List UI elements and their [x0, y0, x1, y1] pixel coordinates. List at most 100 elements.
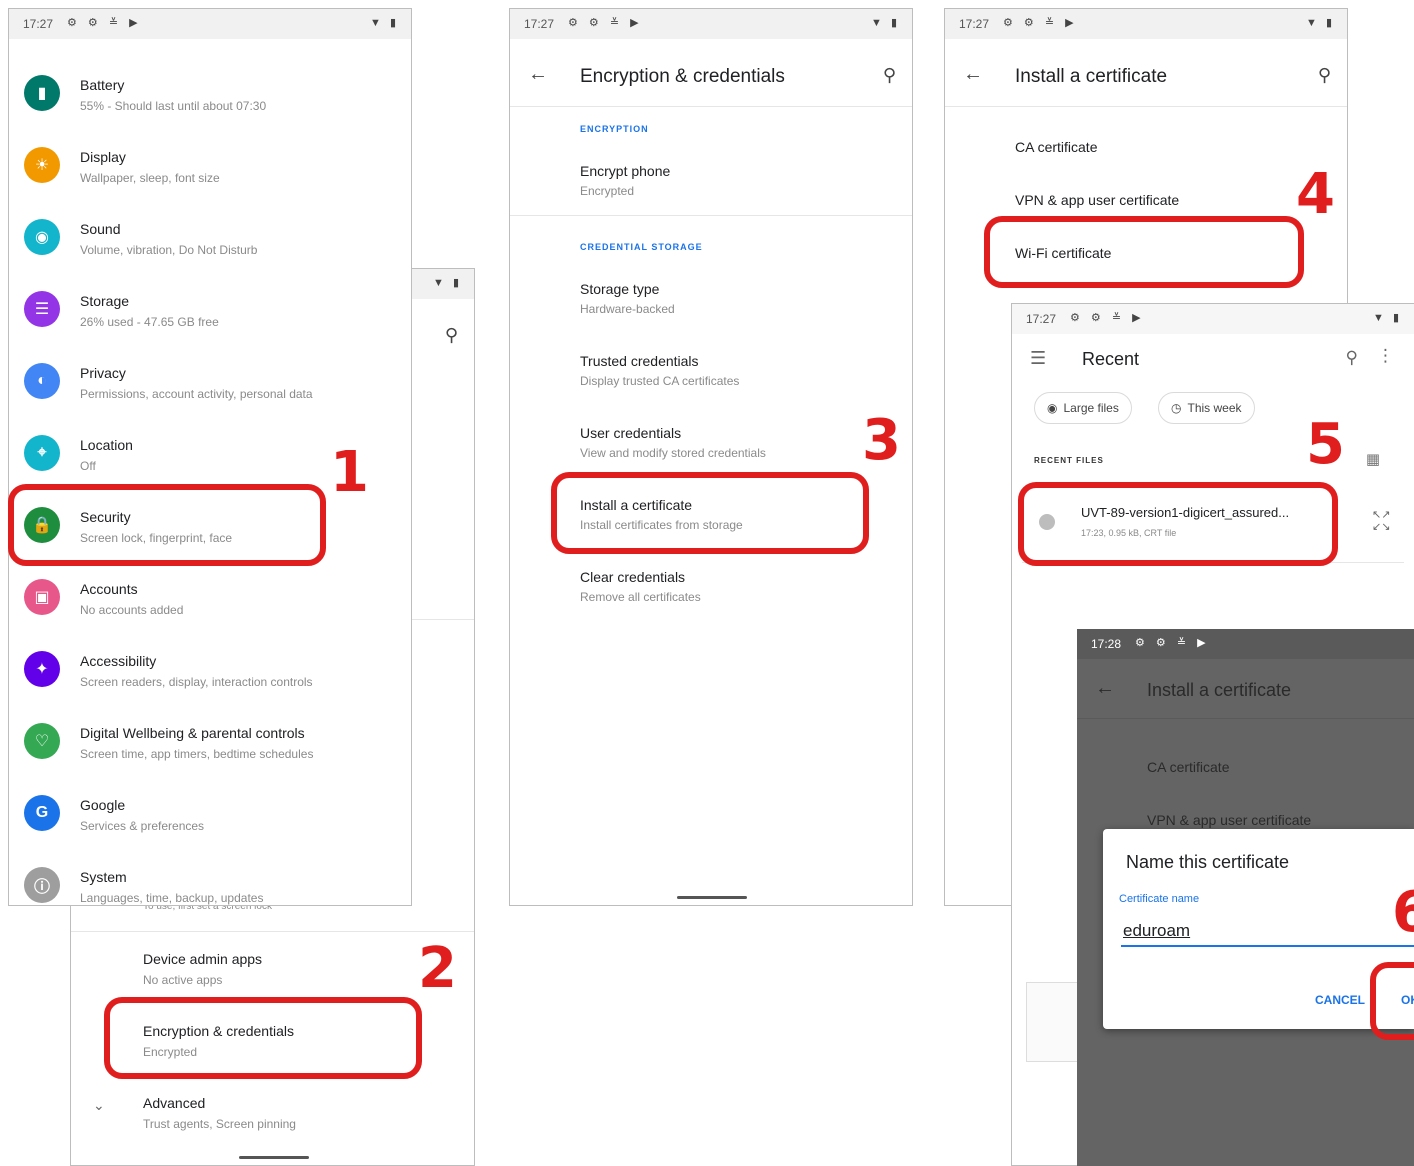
item-subtitle: Volume, vibration, Do Not Disturb — [80, 243, 258, 257]
settings-item-google[interactable]: G Google Services & preferences — [9, 787, 411, 847]
input-value: eduroam — [1123, 921, 1191, 940]
page-title: Encryption & credentials — [580, 66, 785, 87]
status-bar: 17:27 ⚙ ⚙ ≚ ▶ ▼ ▮ — [9, 9, 411, 39]
install-item-ca-certificate[interactable]: CA certificate — [945, 135, 1347, 165]
back-arrow-icon[interactable]: ← — [963, 63, 983, 86]
battery-icon: ▮ — [24, 75, 60, 111]
location-icon: ⌖ — [24, 435, 60, 471]
dimmed-item-vpn-certificate[interactable]: VPN & app user certificate — [1147, 812, 1311, 828]
encryption-item-trusted-credentials[interactable]: Trusted credentials Display trusted CA c… — [510, 349, 912, 399]
settings-item-system[interactable]: ⓘ System Languages, time, backup, updates — [9, 859, 411, 905]
item-title: Battery — [80, 77, 125, 93]
highlight-wifi-certificate — [984, 216, 1304, 288]
item-subtitle: Screen readers, display, interaction con… — [80, 675, 313, 689]
item-subtitle: No accounts added — [80, 603, 184, 617]
section-header-credential-storage: CREDENTIAL STORAGE — [580, 242, 703, 252]
dimmed-item-ca-certificate[interactable]: CA certificate — [1147, 759, 1229, 775]
nav-handle[interactable] — [239, 1156, 309, 1159]
encryption-item-user-credentials[interactable]: User credentials View and modify stored … — [510, 421, 912, 471]
page-title: Install a certificate — [1015, 66, 1168, 87]
encryption-item-storage-type[interactable]: Storage type Hardware-backed — [510, 277, 912, 327]
item-subtitle: Remove all certificates — [580, 590, 701, 604]
install-item-vpn-certificate[interactable]: VPN & app user certificate — [945, 188, 1347, 218]
settings-item-battery[interactable]: ▮ Battery 55% - Should last until about 07… — [9, 67, 411, 127]
settings-item-accessibility[interactable]: ✦ Accessibility Screen readers, display, i… — [9, 643, 411, 703]
search-icon[interactable]: ⚲ — [445, 325, 458, 346]
settings-item-digital[interactable]: ♡ Digital Wellbeing & parental controls Sc… — [9, 715, 411, 775]
security-item-device-admin[interactable]: Device admin apps No active apps — [71, 945, 474, 995]
settings-item-storage[interactable]: ☰ Storage 26% used - 47.65 GB free — [9, 283, 411, 343]
chip-label: Large files — [1063, 401, 1119, 415]
settings-item-display[interactable]: ☀ Display Wallpaper, sleep, font size — [9, 139, 411, 199]
certificate-name-input[interactable]: eduroam — [1121, 919, 1414, 947]
status-time: 17:27 — [1026, 312, 1057, 326]
settings-item-accounts[interactable]: ▣ Accounts No accounts added — [9, 571, 411, 631]
encryption-item-clear-credentials[interactable]: Clear credentials Remove all certificate… — [510, 565, 912, 615]
step-number-1: 1 — [330, 440, 369, 505]
dimmed-toolbar: ← Install a certificate — [1077, 659, 1414, 719]
toolbar: ← Install a certificate ⚲ — [945, 39, 1347, 107]
google-icon: G — [24, 795, 60, 831]
privacy-icon: ◐ — [24, 363, 60, 399]
item-title: Storage type — [580, 281, 660, 297]
status-icons: ▼ ▮ — [1373, 312, 1402, 324]
grid-view-icon[interactable]: ▦ — [1366, 450, 1380, 468]
clock-icon: ◷ — [1171, 401, 1182, 415]
item-subtitle: 55% - Should last until about 07:30 — [80, 99, 267, 113]
item-subtitle: Trust agents, Screen pinning — [143, 1117, 296, 1131]
encryption-screen: 17:27 ⚙ ⚙ ≚ ▶ ▼ ▮ ← Encryption & credent… — [509, 8, 913, 906]
field-label: Certificate name — [1119, 893, 1200, 905]
item-title: VPN & app user certificate — [1015, 192, 1180, 208]
section-header-recent-files: RECENT FILES — [1034, 456, 1104, 465]
item-title: Encrypt phone — [580, 163, 671, 179]
back-arrow-icon[interactable]: ← — [1095, 677, 1115, 700]
item-subtitle: Wallpaper, sleep, font size — [80, 171, 220, 185]
back-arrow-icon[interactable]: ← — [528, 63, 548, 86]
dialog-title: Name this certificate — [1126, 852, 1290, 872]
item-title: Privacy — [80, 365, 126, 381]
brightness-icon: ☀ — [24, 147, 60, 183]
step-number-2: 2 — [418, 936, 457, 1001]
item-title: Location — [80, 437, 133, 453]
status-time: 17:28 — [1091, 637, 1122, 651]
highlight-install-certificate — [551, 472, 869, 554]
item-subtitle: Off — [80, 459, 96, 473]
step-number-6: 6 — [1392, 880, 1414, 945]
cancel-button[interactable]: CANCEL — [1315, 993, 1365, 1007]
search-icon[interactable]: ⚲ — [1318, 65, 1331, 86]
more-vert-icon[interactable]: ⋮ — [1377, 346, 1394, 366]
highlight-security — [8, 484, 326, 566]
item-subtitle: 26% used - 47.65 GB free — [80, 315, 219, 329]
item-subtitle: Screen time, app timers, bedtime schedul… — [80, 747, 314, 761]
chip-label: This week — [1187, 401, 1242, 415]
status-icons: ⚙ ⚙ ≚ ▶ — [1070, 312, 1145, 324]
status-icons: ▼ ▮ — [433, 277, 462, 289]
status-bar: 17:27 ⚙ ⚙ ≚ ▶ ▼ ▮ — [1012, 304, 1414, 334]
status-icons: ⚙ ⚙ ≚ ▶ — [1135, 637, 1210, 649]
item-title: Digital Wellbeing & parental controls — [80, 725, 305, 741]
settings-item-privacy[interactable]: ◐ Privacy Permissions, account activity, p… — [9, 355, 411, 415]
highlight-ok-button — [1370, 962, 1414, 1040]
tag-icon: ◉ — [1047, 401, 1058, 415]
security-item-advanced[interactable]: ⌄ Advanced Trust agents, Screen pinning — [71, 1089, 474, 1139]
item-subtitle: Display trusted CA certificates — [580, 374, 740, 388]
search-icon[interactable]: ⚲ — [883, 65, 896, 86]
search-icon[interactable]: ⚲ — [1346, 348, 1358, 368]
encryption-item-encrypt-phone[interactable]: Encrypt phone Encrypted — [510, 159, 912, 209]
nav-handle[interactable] — [677, 896, 747, 899]
settings-item-sound[interactable]: ◉ Sound Volume, vibration, Do Not Disturb — [9, 211, 411, 271]
item-subtitle: Hardware-backed — [580, 302, 675, 316]
status-bar: 17:28 ⚙ ⚙ ≚ ▶ — [1077, 629, 1414, 659]
item-title: System — [80, 869, 127, 885]
status-icons: ▼ ▮ — [1306, 17, 1335, 29]
chip-large-files[interactable]: ◉ Large files — [1034, 392, 1132, 424]
expand-icon[interactable]: ↖↗ ↙↘ — [1372, 509, 1390, 533]
menu-icon[interactable]: ☰ — [1030, 348, 1046, 369]
status-time: 17:27 — [959, 17, 990, 31]
highlight-recent-file — [1018, 482, 1338, 566]
chevron-down-icon: ⌄ — [93, 1097, 105, 1113]
thumbnail-preview — [1026, 982, 1082, 1062]
status-time: 17:27 — [524, 17, 555, 31]
accessibility-icon: ✦ — [24, 651, 60, 687]
chip-this-week[interactable]: ◷ This week — [1158, 392, 1255, 424]
